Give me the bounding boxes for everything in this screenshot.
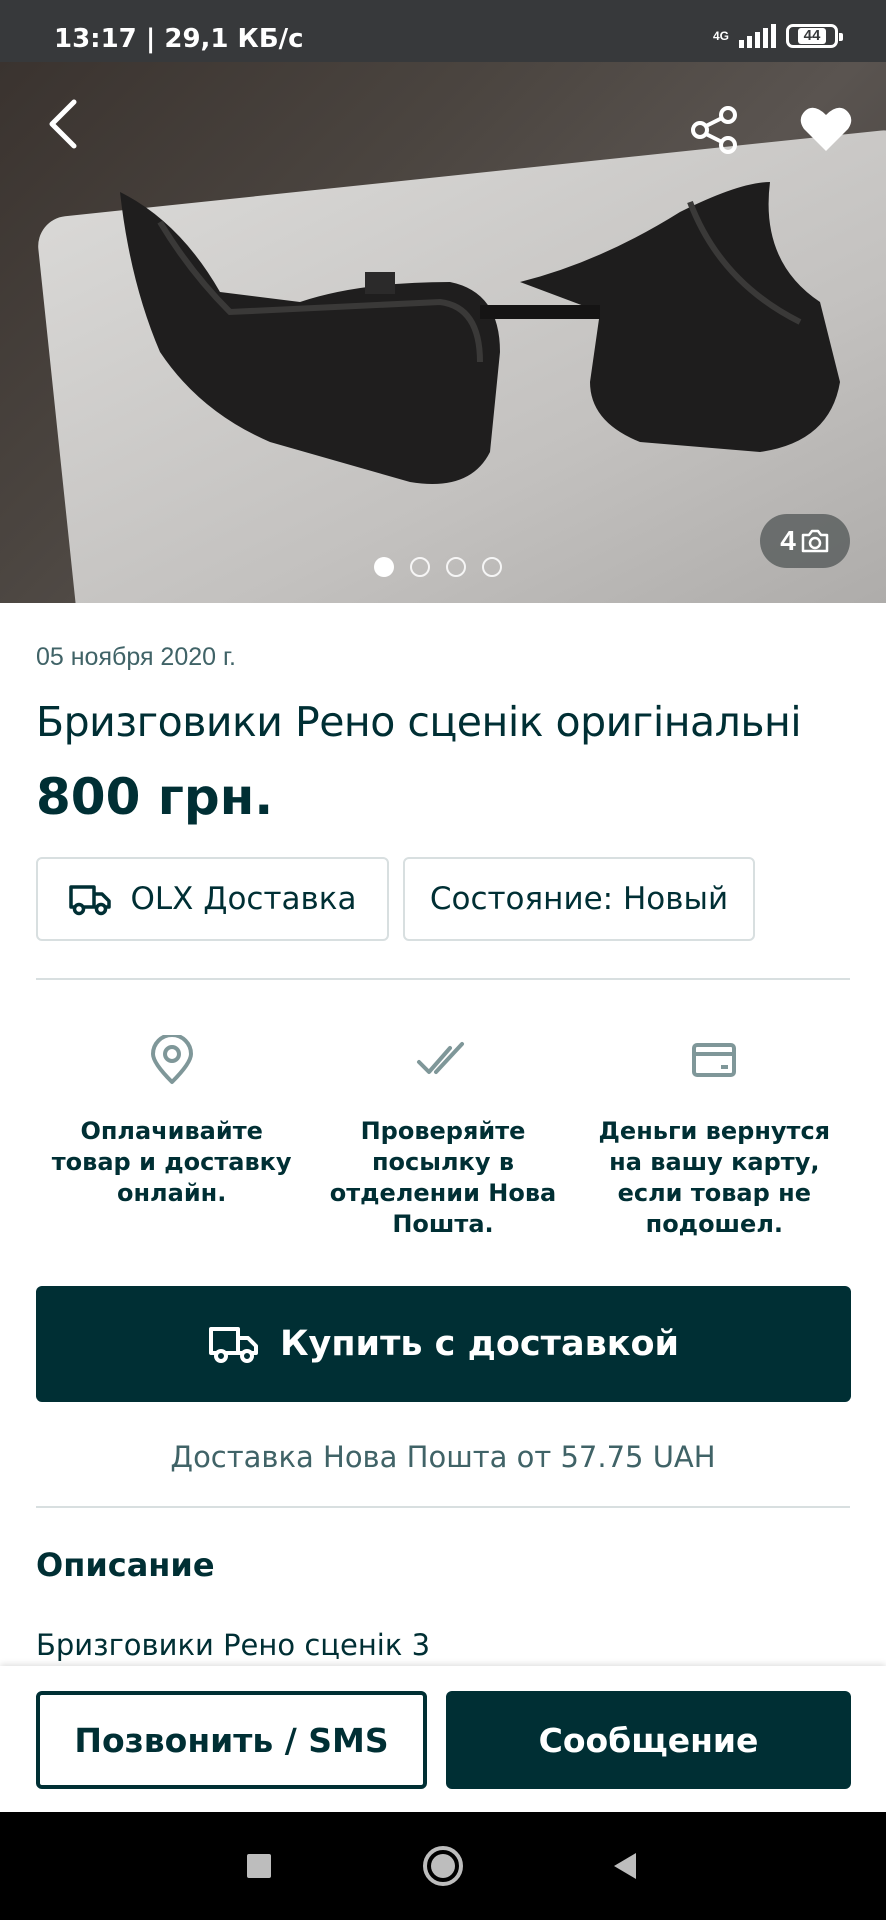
truck-icon [208,1327,258,1363]
battery-level: 44 [797,28,827,44]
listing-date: 05 ноября 2020 г. [36,643,236,671]
listing-price: 800 грн. [36,768,274,826]
triangle-back-icon [614,1853,636,1879]
battery-icon: 44 [786,24,843,48]
pagination-dot[interactable] [446,557,466,577]
feature-text: Проверяйте посылку в отделении Нова Пошт… [329,1117,557,1238]
recents-button[interactable] [214,1812,304,1920]
description-heading: Описание [36,1546,215,1584]
buy-button-label: Купить с доставкой [279,1324,680,1364]
delivery-features: Оплачивайте товар и доставку онлайн. Про… [36,1030,850,1240]
olx-delivery-chip[interactable]: OLX Доставка [36,857,389,941]
truck-icon [69,885,112,916]
favorite-button[interactable] [786,96,866,162]
pagination-dot[interactable] [482,557,502,577]
description-text: Бризговики Рено сценік 3 [36,1628,431,1662]
square-icon [247,1854,271,1878]
call-sms-button[interactable]: Позвонить / SMS [36,1691,427,1789]
back-arrow-icon [49,99,77,149]
status-bar: 13:17 | 29,1 КБ/с 4G 44 [0,0,886,62]
home-button[interactable] [398,1812,488,1920]
share-button[interactable] [680,98,750,162]
feature-text: Деньги вернутся на вашу карту, если това… [598,1117,831,1238]
photo-gallery[interactable]: 4 [0,62,886,603]
photo-count-badge[interactable]: 4 [760,514,850,568]
divider [36,978,850,980]
product-photo [120,182,840,484]
back-nav-button[interactable] [580,1812,670,1920]
feature-check-parcel: Проверяйте посылку в отделении Нова Пошт… [307,1030,578,1240]
delivery-price-note: Доставка Нова Пошта от 57.75 UAH [170,1440,716,1474]
status-time: 13:17 | 29,1 КБ/с [54,24,304,54]
heart-icon [800,107,852,151]
home-circle-icon [423,1846,463,1886]
location-pin-icon [150,1035,193,1084]
condition-chip-label: Состояние: Новый [429,881,729,917]
message-button[interactable]: Сообщение [446,1691,851,1789]
buy-with-delivery-button[interactable]: Купить с доставкой [36,1286,851,1402]
bottom-action-bar: Позвонить / SMS Сообщение [0,1666,886,1812]
feature-money-back: Деньги вернутся на вашу карту, если това… [579,1030,850,1240]
share-icon [691,106,737,154]
feature-text: Оплачивайте товар и доставку онлайн. [51,1117,292,1207]
feature-pay-online: Оплачивайте товар и доставку онлайн. [36,1030,307,1240]
signal-icon [739,24,776,48]
system-navigation-bar [0,1812,886,1920]
status-icons: 4G 44 [712,24,843,48]
pagination-dot[interactable] [410,557,430,577]
delivery-chip-label: OLX Доставка [130,881,357,917]
condition-chip: Состояние: Новый [403,857,755,941]
gallery-pagination [374,557,502,577]
double-check-icon [416,1042,464,1074]
camera-icon [801,529,829,553]
listing-title: Бризговики Рено сценік оригінальні [36,698,802,746]
network-type: 4G [712,29,729,43]
photo-count: 4 [780,525,796,556]
pagination-dot[interactable] [374,557,394,577]
back-button[interactable] [30,92,94,156]
credit-card-icon [692,1043,737,1077]
divider [36,1506,850,1508]
